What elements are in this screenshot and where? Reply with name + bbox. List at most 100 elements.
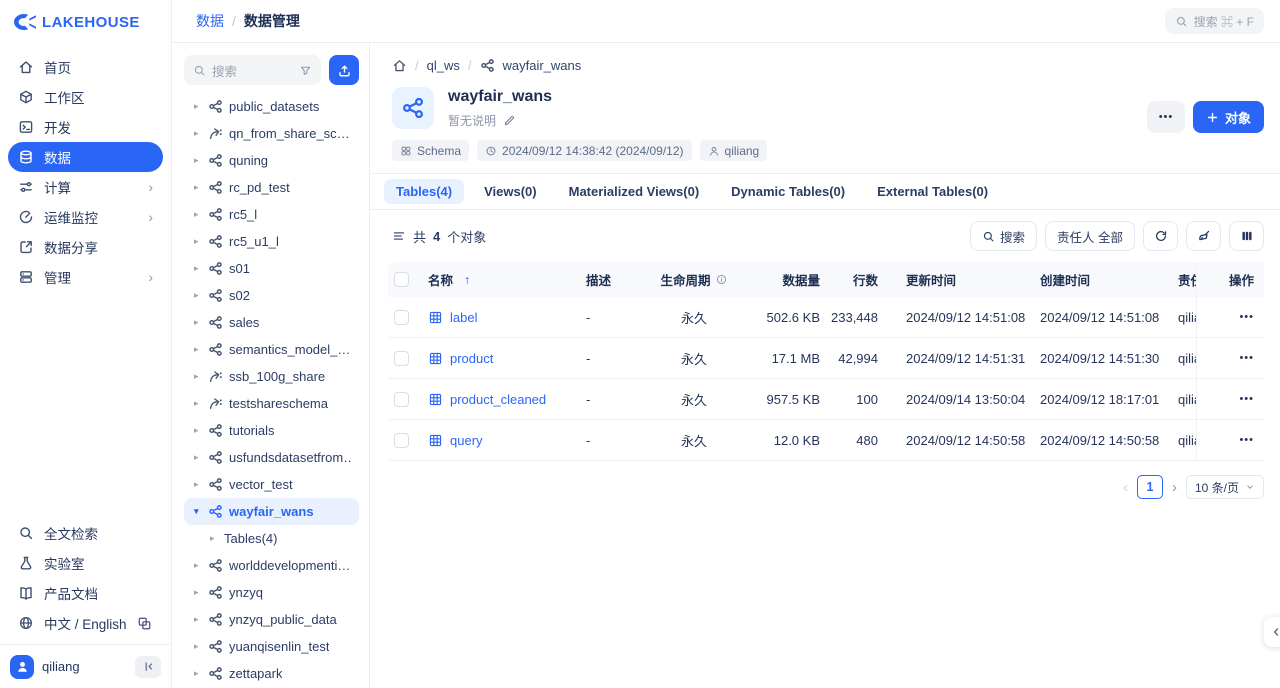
panel-expand-handle[interactable] bbox=[1264, 617, 1280, 647]
header-name[interactable]: 名称 ↑ bbox=[428, 270, 586, 289]
tab-materialized-views[interactable]: Materialized Views(0) bbox=[557, 179, 712, 204]
sidebar-item-workspace[interactable]: 工作区 bbox=[8, 82, 163, 112]
tree-expander-icon[interactable]: ▸ bbox=[194, 344, 202, 355]
table-name-link[interactable]: label bbox=[450, 310, 477, 325]
upload-button[interactable] bbox=[329, 55, 359, 85]
table-name-link[interactable]: product bbox=[450, 351, 493, 366]
row-actions-button[interactable]: ••• bbox=[1239, 393, 1254, 405]
tab-external-tables[interactable]: External Tables(0) bbox=[865, 179, 1000, 204]
tree-expander-icon[interactable]: ▸ bbox=[194, 182, 202, 193]
tree-item[interactable]: ▸ vector_test bbox=[184, 471, 359, 498]
row-actions-button[interactable]: ••• bbox=[1239, 352, 1254, 364]
tree-item[interactable]: ▸ quning bbox=[184, 147, 359, 174]
home-icon[interactable] bbox=[392, 58, 407, 73]
edit-description-icon[interactable] bbox=[503, 114, 516, 127]
tree-expander-icon[interactable]: ▸ bbox=[194, 317, 202, 328]
row-actions-button[interactable]: ••• bbox=[1239, 311, 1254, 323]
tree-expander-icon[interactable]: ▸ bbox=[194, 263, 202, 274]
tree-item[interactable]: ▸ ynzyq bbox=[184, 579, 359, 606]
tree-expander-icon[interactable]: ▸ bbox=[194, 398, 202, 409]
sidebar-collapse-button[interactable] bbox=[135, 656, 161, 678]
tree-expander-icon[interactable]: ▸ bbox=[194, 236, 202, 247]
tree-item[interactable]: ▸ rc_pd_test bbox=[184, 174, 359, 201]
row-checkbox[interactable] bbox=[394, 351, 409, 366]
tree-item[interactable]: ▾ wayfair_wans bbox=[184, 498, 359, 525]
row-checkbox[interactable] bbox=[394, 392, 409, 407]
tree-expander-icon[interactable]: ▸ bbox=[194, 641, 202, 652]
tree-expander-icon[interactable]: ▸ bbox=[194, 155, 202, 166]
row-checkbox[interactable] bbox=[394, 433, 409, 448]
sidebar-item-compute[interactable]: 计算 › bbox=[8, 172, 163, 202]
tree-expander-icon[interactable]: ▸ bbox=[194, 668, 202, 679]
filter-icon[interactable] bbox=[299, 64, 312, 77]
prev-page-button[interactable]: ‹ bbox=[1123, 479, 1128, 496]
owner-filter-button[interactable]: 责任人 全部 bbox=[1045, 221, 1135, 251]
tree-item[interactable]: ▸ ynzyq_public_data bbox=[184, 606, 359, 633]
more-actions-button[interactable]: ••• bbox=[1147, 101, 1185, 133]
tree-item[interactable]: ▸ usfundsdatasetfrom… bbox=[184, 444, 359, 471]
tree-search-input[interactable]: 搜索 bbox=[184, 55, 321, 85]
tree-expander-icon[interactable]: ▸ bbox=[194, 479, 202, 490]
sidebar-item-data[interactable]: 数据 bbox=[8, 142, 163, 172]
tree-expander-icon[interactable]: ▸ bbox=[194, 101, 202, 112]
sidebar-item-home[interactable]: 首页 bbox=[8, 52, 163, 82]
sidebar-item-fulltext-search[interactable]: 全文检索 bbox=[8, 518, 163, 548]
table-name-link[interactable]: product_cleaned bbox=[450, 392, 546, 407]
page-size-select[interactable]: 10 条/页 bbox=[1186, 475, 1264, 499]
tree-item[interactable]: ▸ rc5_l bbox=[184, 201, 359, 228]
tree-item-label: semantics_model_… bbox=[229, 342, 350, 357]
tree-item[interactable]: ▸ rc5_u1_l bbox=[184, 228, 359, 255]
tree-item[interactable]: ▸ tutorials bbox=[184, 417, 359, 444]
tree-expander-icon[interactable]: ▸ bbox=[210, 533, 218, 544]
column-settings-button[interactable] bbox=[1229, 221, 1264, 251]
sidebar-item-language[interactable]: 中文 / English bbox=[8, 608, 163, 638]
breadcrumb-workspace[interactable]: ql_ws bbox=[427, 58, 460, 73]
tree-expander-icon[interactable]: ▸ bbox=[194, 128, 202, 139]
tree-item[interactable]: ▸ s01 bbox=[184, 255, 359, 282]
tree-item[interactable]: ▸ s02 bbox=[184, 282, 359, 309]
tree-item[interactable]: ▸ testshareschema bbox=[184, 390, 359, 417]
row-actions-button[interactable]: ••• bbox=[1239, 434, 1254, 446]
tree-expander-icon[interactable]: ▸ bbox=[194, 587, 202, 598]
tree-expander-icon[interactable]: ▸ bbox=[194, 425, 202, 436]
tree-expander-icon[interactable]: ▸ bbox=[194, 290, 202, 301]
nav-label: 首页 bbox=[44, 57, 71, 77]
next-page-button[interactable]: › bbox=[1172, 479, 1177, 496]
sidebar-item-docs[interactable]: 产品文档 bbox=[8, 578, 163, 608]
sidebar-item-develop[interactable]: 开发 bbox=[8, 112, 163, 142]
page-number[interactable]: 1 bbox=[1137, 475, 1163, 499]
tree-expander-icon[interactable]: ▸ bbox=[194, 560, 202, 571]
tree-expander-icon[interactable]: ▸ bbox=[194, 209, 202, 220]
tree-expander-icon[interactable]: ▸ bbox=[194, 452, 202, 463]
create-object-button[interactable]: 对象 bbox=[1193, 101, 1264, 133]
tab-tables[interactable]: Tables(4) bbox=[384, 179, 464, 204]
tree-expander-icon[interactable]: ▸ bbox=[194, 371, 202, 382]
tree-item[interactable]: ▸ Tables(4) bbox=[184, 525, 359, 552]
tree-item[interactable]: ▸ yuanqisenlin_test bbox=[184, 633, 359, 660]
table-search-button[interactable]: 搜索 bbox=[970, 221, 1037, 251]
tree-item[interactable]: ▸ sales bbox=[184, 309, 359, 336]
row-checkbox[interactable] bbox=[394, 310, 409, 325]
tree-item[interactable]: ▸ ssb_100g_share bbox=[184, 363, 359, 390]
clear-button[interactable] bbox=[1186, 221, 1221, 251]
tree-item[interactable]: ▸ zettapark bbox=[184, 660, 359, 687]
tab-dynamic-tables[interactable]: Dynamic Tables(0) bbox=[719, 179, 857, 204]
sidebar-item-lab[interactable]: 实验室 bbox=[8, 548, 163, 578]
select-all-checkbox[interactable] bbox=[394, 272, 409, 287]
tree-item[interactable]: ▸ qn_from_share_sc… bbox=[184, 120, 359, 147]
sidebar-item-admin[interactable]: 管理 › bbox=[8, 262, 163, 292]
tree-item[interactable]: ▸ public_datasets bbox=[184, 93, 359, 120]
info-icon[interactable] bbox=[715, 273, 728, 286]
refresh-button[interactable] bbox=[1143, 221, 1178, 251]
tree-item[interactable]: ▸ worlddevelopmenti… bbox=[184, 552, 359, 579]
breadcrumb-section[interactable]: 数据 bbox=[196, 11, 224, 31]
table-name-link[interactable]: query bbox=[450, 433, 483, 448]
sidebar-item-share[interactable]: 数据分享 bbox=[8, 232, 163, 262]
tab-views[interactable]: Views(0) bbox=[472, 179, 549, 204]
tree-expander-icon[interactable]: ▾ bbox=[194, 506, 202, 517]
sidebar-item-ops[interactable]: 运维监控 › bbox=[8, 202, 163, 232]
tree-item[interactable]: ▸ semantics_model_… bbox=[184, 336, 359, 363]
count-value: 4 bbox=[433, 229, 440, 244]
global-search-button[interactable]: 搜索 ⌘ + F bbox=[1165, 8, 1264, 34]
tree-expander-icon[interactable]: ▸ bbox=[194, 614, 202, 625]
